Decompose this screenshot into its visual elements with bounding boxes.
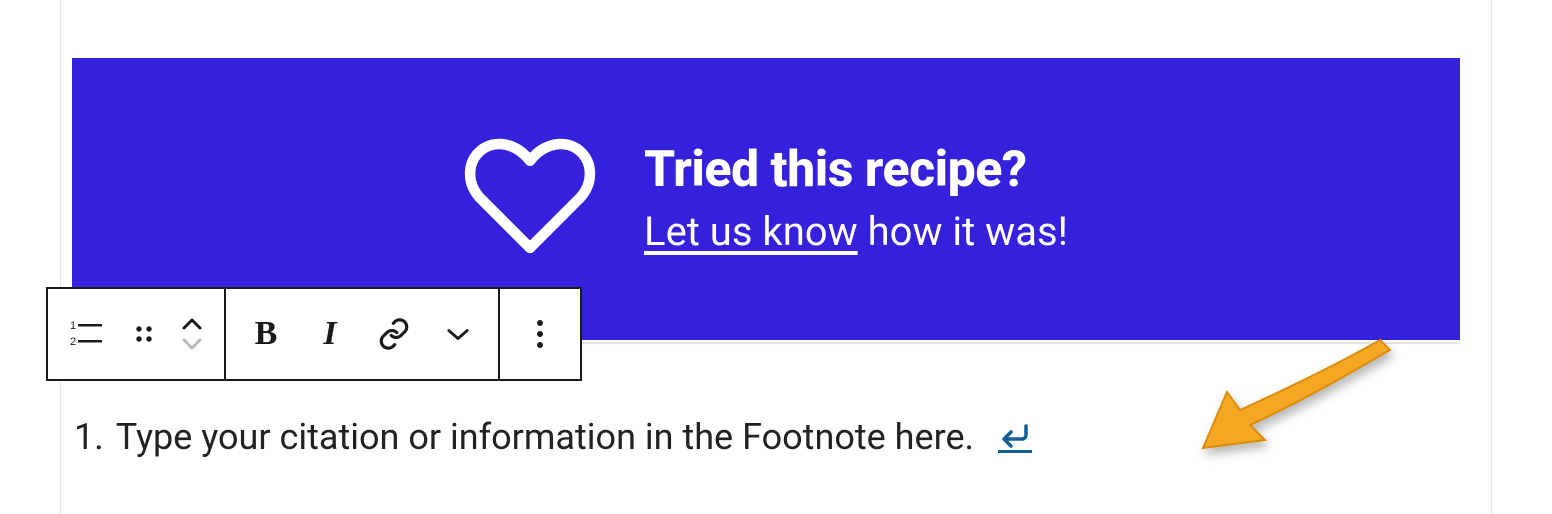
drag-handle-icon[interactable] <box>120 289 168 379</box>
footnotes-block-icon[interactable]: 1 2 <box>56 289 120 379</box>
link-button[interactable] <box>362 289 426 379</box>
banner-cta-link[interactable]: Let us know <box>644 208 858 255</box>
banner-subtext: Let us know how it was! <box>644 208 1068 255</box>
block-toolbar: 1 2 B I <box>46 287 582 381</box>
banner-title: Tried this recipe? <box>644 143 1068 198</box>
heart-icon <box>464 138 596 260</box>
footnote-return-link[interactable] <box>998 422 1032 453</box>
options-menu-button[interactable] <box>508 289 572 379</box>
banner-tail-text: how it was! <box>858 208 1068 255</box>
bold-button[interactable]: B <box>234 289 298 379</box>
italic-button[interactable]: I <box>298 289 362 379</box>
move-up-down-button[interactable] <box>168 289 216 379</box>
svg-text:2: 2 <box>70 336 76 348</box>
svg-text:1: 1 <box>70 320 76 332</box>
more-rich-text-dropdown[interactable] <box>426 289 490 379</box>
footnote-item[interactable]: 1. Type your citation or information in … <box>74 416 1032 458</box>
footnote-number: 1. <box>74 416 104 458</box>
footnote-text[interactable]: Type your citation or information in the… <box>116 416 974 458</box>
